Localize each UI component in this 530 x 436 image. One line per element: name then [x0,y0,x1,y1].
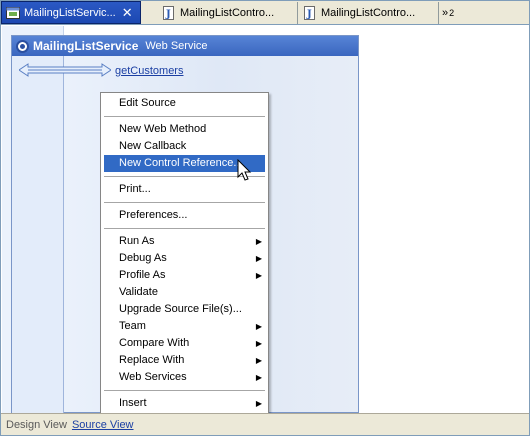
menu-item-replace-with[interactable]: Replace With ▶ [101,352,268,369]
menu-item-new-callback[interactable]: New Callback [101,138,268,155]
menu-item-run-as[interactable]: Run As ▶ [101,233,268,250]
menu-item-compare-with[interactable]: Compare With ▶ [101,335,268,352]
web-service-file-icon [6,6,20,20]
menu-item-validate[interactable]: Validate [101,284,268,301]
service-title: MailingListService [33,39,139,53]
menu-item-label: New Control Reference... [119,157,243,169]
menu-item-edit-source[interactable]: Edit Source [101,95,268,112]
tab-mailing-list-control-2[interactable]: J MailingListContro... [299,2,439,24]
method-link-getcustomers[interactable]: getCustomers [115,65,183,77]
service-type: Web Service [145,40,208,52]
close-icon[interactable]: ✕ [122,6,133,19]
menu-item-web-services[interactable]: Web Services ▶ [101,369,268,386]
menu-item-preferences[interactable]: Preferences... [101,207,268,224]
submenu-arrow-icon: ▶ [255,399,262,408]
menu-item-label: New Callback [119,140,187,152]
source-view-tab[interactable]: Source View [72,419,134,431]
menu-item-label: Upgrade Source File(s)... [119,303,242,315]
submenu-arrow-icon: ▶ [255,339,262,348]
svg-text:J: J [306,9,312,20]
double-chevron-icon: » [442,7,449,19]
tab-mailing-list-service[interactable]: MailingListServic... ✕ [1,1,141,24]
submenu-arrow-icon: ▶ [255,373,262,382]
menu-item-label: Compare With [119,337,190,349]
tab-overflow-button[interactable]: » 2 [442,3,472,23]
menu-item-print[interactable]: Print... [101,181,268,198]
double-arrow-icon [19,63,111,77]
menu-item-label: Replace With [119,354,185,366]
menu-item-label: Insert [119,397,147,409]
tab-label: MailingListServic... [24,6,116,19]
svg-text:J: J [165,9,171,20]
menu-item-label: Web Services [119,371,187,383]
submenu-arrow-icon: ▶ [255,322,262,331]
web-service-header[interactable]: MailingListService Web Service [12,36,358,56]
menu-item-upgrade-source-file-s[interactable]: Upgrade Source File(s)... [101,301,268,318]
design-view-tab[interactable]: Design View [6,419,67,431]
editor-window: MailingListServic... ✕ J MailingListCont… [0,0,530,436]
overflow-count: 2 [449,8,455,18]
mouse-pointer-icon [237,159,252,181]
menu-separator [104,116,265,117]
editor-tab-bar: MailingListServic... ✕ J MailingListCont… [1,1,529,25]
java-file-icon: J [303,6,317,20]
submenu-arrow-icon: ▶ [255,254,262,263]
tab-label: MailingListContro... [180,7,275,19]
tab-mailing-list-control-1[interactable]: J MailingListContro... [158,2,298,24]
menu-item-label: Preferences... [119,209,188,221]
context-menu: Edit Source New Web Method New Callback New… [100,92,269,414]
submenu-arrow-icon: ▶ [255,237,262,246]
menu-item-profile-as[interactable]: Profile As ▶ [101,267,268,284]
gear-icon [16,39,29,53]
service-left-band [12,56,64,413]
menu-item-label: Run As [119,235,155,247]
menu-item-label: Edit Source [119,97,176,109]
tab-label: MailingListContro... [321,7,416,19]
menu-item-label: New Web Method [119,123,207,135]
submenu-arrow-icon: ▶ [255,271,262,280]
menu-item-insert[interactable]: Insert ▶ [101,395,268,412]
java-file-icon: J [162,6,176,20]
menu-item-debug-as[interactable]: Debug As ▶ [101,250,268,267]
menu-separator [104,228,265,229]
menu-item-team[interactable]: Team ▶ [101,318,268,335]
menu-item-new-web-method[interactable]: New Web Method [101,121,268,138]
menu-item-label: Team [119,320,146,332]
menu-separator [104,390,265,391]
submenu-arrow-icon: ▶ [255,356,262,365]
menu-item-label: Debug As [119,252,167,264]
menu-item-label: Print... [119,183,151,195]
menu-item-label: Profile As [119,269,166,281]
menu-separator [104,202,265,203]
menu-item-label: Validate [119,286,158,298]
view-switcher: Design View Source View [1,413,529,435]
